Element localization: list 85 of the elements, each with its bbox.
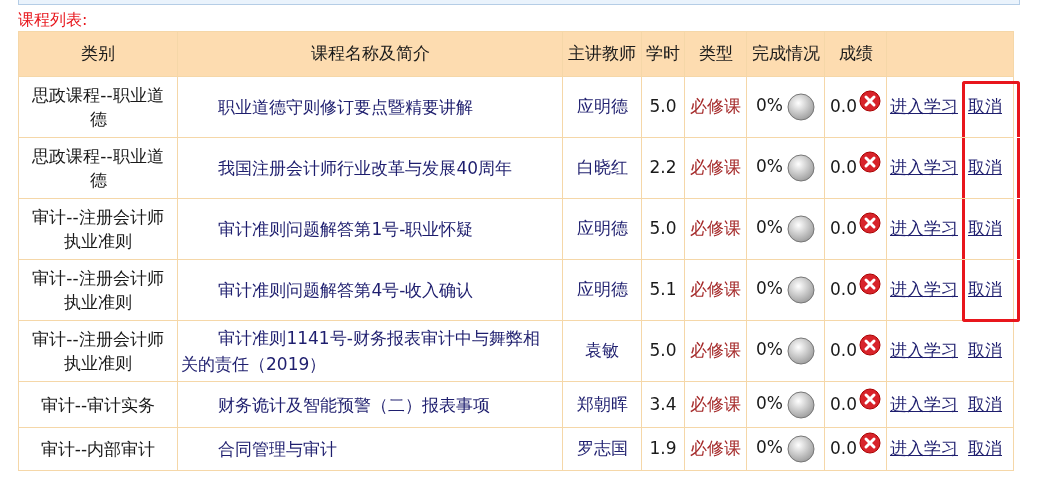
circle-icon xyxy=(787,390,815,419)
teacher-cell: 应明德 xyxy=(562,76,642,138)
score-text: 0.0 xyxy=(829,157,857,178)
score-text: 0.0 xyxy=(829,218,857,239)
teacher-cell: 应明德 xyxy=(562,259,642,321)
progress-text: 0% xyxy=(756,95,783,115)
score-text: 0.0 xyxy=(829,340,857,361)
course-title: 财务诡计及智能预警（二）报表事项 xyxy=(177,381,563,428)
type-cell: 必修课 xyxy=(684,427,747,471)
table-cell: 审计--注册会计师执业准则 xyxy=(18,198,178,260)
teacher-cell: 罗志国 xyxy=(562,427,642,471)
table-cell: 思政课程--职业道德 xyxy=(18,76,178,138)
cancel-link[interactable]: 取消 xyxy=(968,96,1002,117)
progress-text: 0% xyxy=(756,339,783,359)
cancel-link[interactable]: 取消 xyxy=(968,157,1002,178)
column-header: 主讲教师 xyxy=(562,31,642,77)
table-cell: 审计--审计实务 xyxy=(18,381,178,428)
cancel-link[interactable]: 取消 xyxy=(968,438,1002,459)
circle-icon xyxy=(787,93,815,121)
course-title: 审计准则问题解答第1号-职业怀疑 xyxy=(177,198,563,260)
hours-cell: 1.9 xyxy=(641,427,685,471)
study-link[interactable]: 进入学习 xyxy=(890,340,958,361)
teacher-cell: 袁敏 xyxy=(562,320,642,382)
circle-icon xyxy=(787,215,815,243)
study-link[interactable]: 进入学习 xyxy=(890,438,958,459)
circle-icon xyxy=(787,276,815,304)
hours-cell: 5.1 xyxy=(641,259,685,321)
type-cell: 必修课 xyxy=(684,198,747,260)
course-title: 职业道德守则修订要点暨精要讲解 xyxy=(177,76,563,138)
column-header: 类型 xyxy=(684,31,747,77)
cancel-link[interactable]: 取消 xyxy=(968,340,1002,361)
close-icon xyxy=(859,334,881,357)
course-title: 合同管理与审计 xyxy=(177,427,563,471)
study-link[interactable]: 进入学习 xyxy=(890,279,958,300)
close-icon xyxy=(859,273,881,296)
study-link[interactable]: 进入学习 xyxy=(890,96,958,117)
course-title: 审计准则1141号-财务报表审计中与舞弊相关的责任（2019） xyxy=(177,320,563,382)
table-cell: 审计--注册会计师执业准则 xyxy=(18,320,178,382)
progress-text: 0% xyxy=(756,278,783,298)
circle-icon xyxy=(787,435,815,463)
column-header: 类别 xyxy=(18,31,178,77)
close-icon xyxy=(859,432,881,455)
score-text: 0.0 xyxy=(829,393,857,414)
hours-cell: 5.0 xyxy=(641,198,685,260)
circle-icon xyxy=(787,337,815,365)
column-header: 成绩 xyxy=(824,31,887,77)
type-cell: 必修课 xyxy=(684,76,747,138)
type-cell: 必修课 xyxy=(684,381,747,428)
type-cell: 必修课 xyxy=(684,137,747,199)
column-header: 完成情况 xyxy=(746,31,825,77)
close-icon xyxy=(859,90,881,113)
table-cell: 思政课程--职业道德 xyxy=(18,137,178,199)
study-link[interactable]: 进入学习 xyxy=(890,218,958,239)
progress-text: 0% xyxy=(756,156,783,176)
score-text: 0.0 xyxy=(829,438,857,459)
section-title: 课程列表: xyxy=(18,9,89,31)
close-icon xyxy=(859,151,881,174)
progress-text: 0% xyxy=(756,392,783,413)
cancel-link[interactable]: 取消 xyxy=(968,218,1002,239)
teacher-cell: 郑朝晖 xyxy=(562,381,642,428)
circle-icon xyxy=(787,154,815,182)
hours-cell: 3.4 xyxy=(641,381,685,428)
study-link[interactable]: 进入学习 xyxy=(890,393,958,414)
column-header: 课程名称及简介 xyxy=(177,31,563,77)
column-header: 学时 xyxy=(641,31,685,77)
teacher-cell: 应明德 xyxy=(562,198,642,260)
type-cell: 必修课 xyxy=(684,320,747,382)
hours-cell: 5.0 xyxy=(641,320,685,382)
hours-cell: 5.0 xyxy=(641,76,685,138)
score-text: 0.0 xyxy=(829,96,857,117)
type-cell: 必修课 xyxy=(684,259,747,321)
score-text: 0.0 xyxy=(829,279,857,300)
close-icon xyxy=(859,387,881,410)
close-icon xyxy=(859,212,881,235)
teacher-cell: 白晓红 xyxy=(562,137,642,199)
progress-text: 0% xyxy=(756,437,783,457)
cancel-link[interactable]: 取消 xyxy=(968,393,1002,414)
course-title: 我国注册会计师行业改革与发展40周年 xyxy=(177,137,563,199)
study-link[interactable]: 进入学习 xyxy=(890,157,958,178)
table-cell: 审计--内部审计 xyxy=(18,427,178,471)
course-title: 审计准则问题解答第4号-收入确认 xyxy=(177,259,563,321)
table-cell: 审计--注册会计师执业准则 xyxy=(18,259,178,321)
progress-text: 0% xyxy=(756,217,783,237)
hours-cell: 2.2 xyxy=(641,137,685,199)
cancel-link[interactable]: 取消 xyxy=(968,279,1002,300)
